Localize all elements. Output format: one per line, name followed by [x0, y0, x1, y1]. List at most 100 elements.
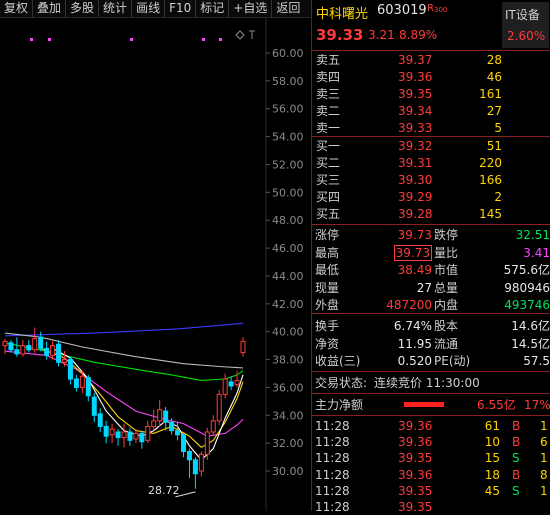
candle-body: [79, 375, 85, 388]
sector-box[interactable]: IT设备 2.60%: [502, 2, 549, 48]
candle-body: [56, 343, 62, 363]
quote-value: 980946: [504, 280, 550, 295]
candle-body: [2, 340, 8, 347]
separator: [312, 224, 550, 225]
y-tick-label: 34.00: [272, 409, 304, 422]
quote-value: 39.73: [393, 244, 432, 261]
candle-down: [97, 408, 103, 432]
quote-value: 32.51: [515, 228, 550, 242]
ask-row: 卖三 39.35 161: [312, 86, 550, 102]
candle-body: [157, 409, 163, 422]
kline-chart[interactable]: 60.00 58.00 56.00 54.00 52.00 50.00 48.00 46.00…: [0, 18, 311, 511]
candle-body: [109, 428, 115, 436]
candle-body: [103, 425, 109, 437]
bid-volume: 2: [494, 190, 502, 204]
toolbar-restore-rights[interactable]: 复权: [0, 0, 34, 17]
candle-body: [145, 425, 151, 441]
candle-up: [240, 337, 246, 357]
quote-row: 涨停 39.73 跌停 32.51: [312, 227, 550, 243]
tick-extra: 8: [540, 467, 548, 482]
trade-status-row: 交易状态: 连续竞价 11:30:00: [312, 375, 550, 391]
margin-badge-sub: 300: [434, 6, 448, 14]
toolbar-draw-line[interactable]: 画线: [132, 0, 166, 17]
tick-time: 11:28: [315, 483, 350, 498]
candle-body: [121, 431, 127, 439]
stat-value: 14.6亿: [511, 319, 550, 333]
toolbar-statistics[interactable]: 统计: [99, 0, 133, 17]
candles: [2, 327, 246, 498]
candle-down: [175, 422, 181, 441]
tick-extra: 1: [540, 451, 548, 466]
ask-row: 卖五 39.37 28: [312, 52, 550, 68]
ask-row: 卖二 39.34 27: [312, 103, 550, 119]
tick-time: 11:28: [315, 435, 350, 450]
sector-name: IT设备: [505, 8, 540, 22]
stat-label: 换手: [315, 319, 340, 333]
candle-body: [32, 338, 38, 351]
stock-header: 中科曙光 603019 R 300 39.33 3.21 8.89% IT设备 …: [312, 0, 550, 50]
ask-label: 卖五: [316, 53, 341, 67]
stat-value: 11.95: [397, 336, 432, 351]
bid-price: 39.31: [398, 156, 433, 170]
quote-label: 最低: [315, 263, 340, 277]
candle-down: [91, 392, 97, 423]
quote-value: 493746: [504, 298, 550, 312]
quote-label: 现量: [315, 280, 340, 295]
candle-down: [26, 340, 32, 353]
tick-row: 11:28 39.36 61 B 1: [312, 418, 550, 434]
bid-volume: 145: [479, 207, 502, 221]
ask-label: 卖二: [316, 104, 341, 118]
candle-body: [97, 413, 103, 427]
tick-price: 39.35: [398, 500, 433, 514]
candle-body: [139, 432, 145, 443]
tick-volume: 45: [484, 483, 500, 498]
quote-label: 最高: [315, 245, 340, 260]
toolbar-multi-stock[interactable]: 多股: [66, 0, 100, 17]
candle-body: [192, 459, 198, 475]
tick-row: 11:28 39.35 45 S 1: [312, 483, 550, 499]
candle-down: [103, 420, 109, 444]
candle-up: [210, 415, 216, 437]
y-tick-label: 42.00: [272, 298, 304, 311]
candle-up: [109, 423, 115, 444]
bid-volume: 51: [486, 139, 502, 153]
tick-price: 39.35: [398, 451, 433, 466]
candle-body: [198, 453, 204, 472]
candle-body: [67, 359, 73, 380]
chart-toolbar: 复权 叠加 多股 统计 画线 F10 标记 +自选 返回: [0, 0, 311, 18]
bid-volume: 220: [479, 156, 502, 170]
main-flow-pct: 17%: [524, 398, 550, 412]
y-tick-label: 40.00: [272, 326, 304, 339]
ask-row: 卖四 39.36 46: [312, 69, 550, 85]
candle-body: [186, 450, 192, 461]
candle-body: [85, 377, 91, 397]
toolbar-f10[interactable]: F10: [165, 0, 197, 17]
quote-value: 487200: [386, 298, 432, 312]
candle-body: [240, 340, 246, 354]
candle-down: [73, 374, 79, 392]
bid-row: 买五 39.28 145: [312, 206, 550, 222]
toolbar-overlay[interactable]: 叠加: [33, 0, 67, 17]
toolbar-back[interactable]: 返回: [272, 0, 304, 17]
ask-volume: 27: [486, 104, 502, 118]
tick-time: 11:28: [315, 451, 350, 466]
sector-pct: 2.60%: [507, 29, 546, 43]
candle-up: [157, 399, 163, 427]
toolbar-mark[interactable]: 标记: [196, 0, 230, 17]
main-flow-row: 主力净额 6.55亿 17%: [312, 397, 550, 413]
candle-body: [222, 378, 228, 395]
y-tick-label: 52.00: [272, 158, 304, 171]
stat-row: 收益(三) 0.520 PE(动) 57.5: [312, 353, 550, 369]
candle-up: [234, 370, 240, 388]
tick-row: 11:28 39.36 18 B 8: [312, 467, 550, 483]
candle-body: [216, 393, 222, 422]
stat-value: 0.520: [397, 354, 432, 368]
toolbar-add-watchlist[interactable]: +自选: [229, 0, 273, 17]
ask-row: 卖一 39.33 5: [312, 120, 550, 136]
main-flow-bar: [404, 402, 444, 407]
separator: [312, 371, 550, 372]
stat-label: 净资: [315, 336, 340, 351]
bid-label: 买四: [316, 190, 341, 204]
stock-code: 603019: [377, 3, 427, 18]
stat-label: PE(动): [434, 354, 471, 368]
